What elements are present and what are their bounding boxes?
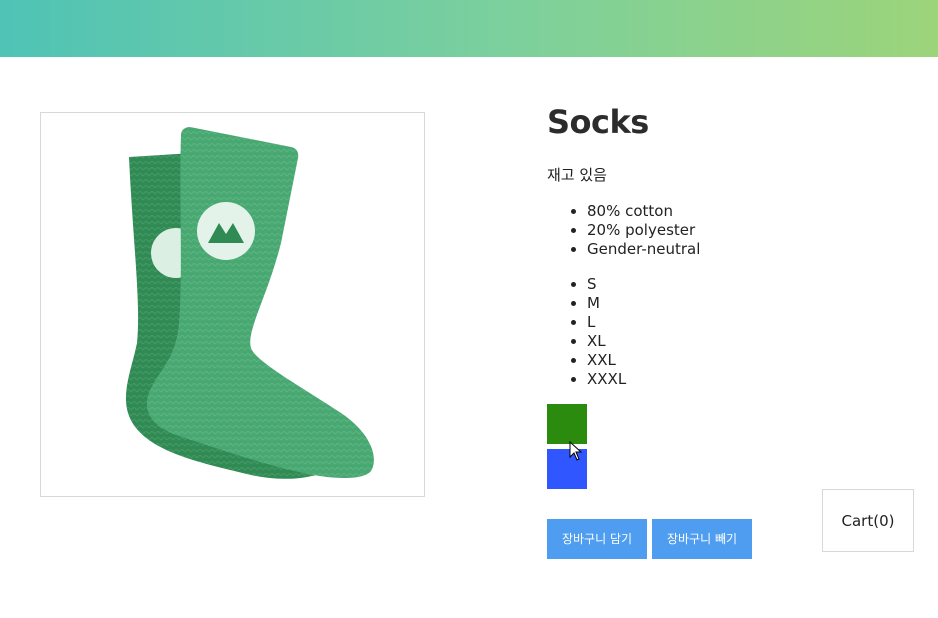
top-nav-bar [0,0,938,57]
add-to-cart-button[interactable]: 장바구니 담기 [547,519,647,559]
detail-item: Gender-neutral [587,240,700,259]
product-image [40,112,425,497]
size-item: XXL [587,351,626,370]
product-title: Socks [547,103,649,141]
size-item: L [587,313,626,332]
size-item: XL [587,332,626,351]
color-swatch-green[interactable] [547,404,587,444]
product-details-list: 80% cotton 20% polyester Gender-neutral [547,202,700,259]
cart-label: Cart(0) [841,511,895,530]
stock-status: 재고 있음 [547,166,607,184]
remove-from-cart-button[interactable]: 장바구니 빼기 [652,519,752,559]
socks-illustration [125,127,374,479]
detail-item: 20% polyester [587,221,700,240]
color-swatch-blue[interactable] [547,449,587,489]
size-item: M [587,294,626,313]
size-item: XXXL [587,370,626,389]
size-item: S [587,275,626,294]
cart-counter: Cart(0) [822,489,914,552]
detail-item: 80% cotton [587,202,700,221]
size-list: S M L XL XXL XXXL [547,275,626,389]
